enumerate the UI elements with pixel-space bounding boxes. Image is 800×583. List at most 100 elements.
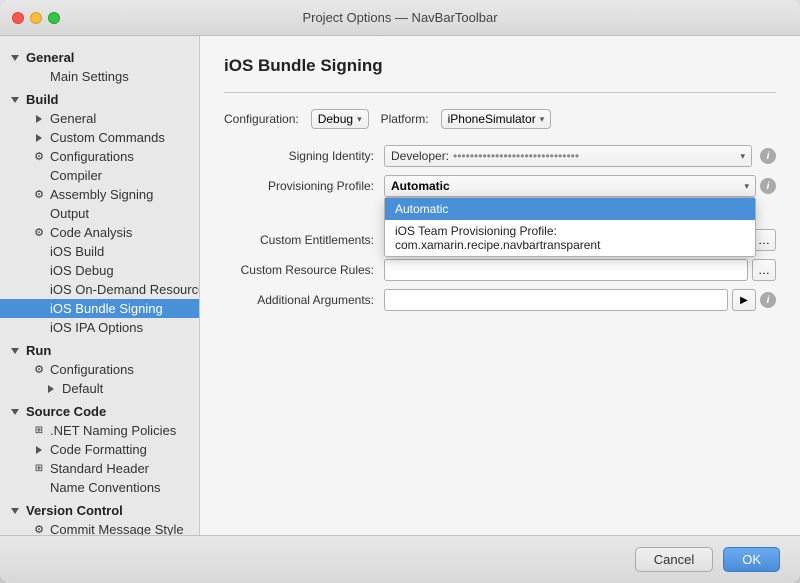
sidebar-label-general-build: General: [50, 111, 96, 126]
sidebar-item-ios-debug[interactable]: iOS Debug: [0, 261, 199, 280]
sidebar-item-code-analysis[interactable]: ⚙ Code Analysis: [0, 223, 199, 242]
spacer-icon-ipa: [32, 321, 46, 335]
sidebar-item-compiler[interactable]: Compiler: [0, 166, 199, 185]
sidebar-label-ios-ipa-options: iOS IPA Options: [50, 320, 143, 335]
sidebar-label-configurations: Configurations: [50, 149, 134, 164]
signing-identity-row: Signing Identity: Developer: •••••••••••…: [224, 145, 776, 167]
signing-identity-label: Signing Identity:: [224, 149, 384, 163]
close-button[interactable]: [12, 12, 24, 24]
gear-icon-run-config: ⚙: [32, 363, 46, 377]
custom-resource-row: Custom Resource Rules: …: [224, 259, 776, 281]
sidebar-item-ios-build[interactable]: iOS Build: [0, 242, 199, 261]
sidebar-label-main-settings: Main Settings: [50, 69, 129, 84]
provisioning-caret-icon: ▾: [744, 181, 749, 192]
provisioning-row: Provisioning Profile: Automatic ▾ Automa…: [224, 175, 776, 197]
signing-info-button[interactable]: i: [760, 148, 776, 164]
sidebar-section-source-code[interactable]: Source Code: [0, 402, 199, 421]
sidebar-item-configurations[interactable]: ⚙ Configurations: [0, 147, 199, 166]
sidebar-section-build[interactable]: Build: [0, 90, 199, 109]
additional-args-play-button[interactable]: ▶: [732, 289, 756, 311]
additional-args-row: Additional Arguments: ▶ i: [224, 289, 776, 311]
provisioning-label: Provisioning Profile:: [224, 179, 384, 193]
minimize-button[interactable]: [30, 12, 42, 24]
sidebar-section-version-control[interactable]: Version Control: [0, 501, 199, 520]
sidebar-label-code-formatting: Code Formatting: [50, 442, 147, 457]
page-title: iOS Bundle Signing: [224, 56, 776, 76]
triangle-right-icon-custom: [32, 131, 46, 145]
gear-icon-configurations: ⚙: [32, 150, 46, 164]
sidebar-item-name-conventions[interactable]: Name Conventions: [0, 478, 199, 497]
sidebar-item-assembly-signing[interactable]: ⚙ Assembly Signing: [0, 185, 199, 204]
provisioning-selected-value: Automatic: [391, 179, 450, 193]
provisioning-dropdown-container: Automatic ▾ Automatic iOS Team Provision…: [384, 175, 756, 197]
title-divider: [224, 92, 776, 93]
custom-resource-browse-button[interactable]: …: [752, 259, 776, 281]
provisioning-option-automatic[interactable]: Automatic: [385, 198, 755, 220]
custom-resource-input[interactable]: [384, 259, 748, 281]
ok-button[interactable]: OK: [723, 547, 780, 572]
sidebar-label-name-conventions: Name Conventions: [50, 480, 161, 495]
signing-identity-prefix: Developer:: [391, 149, 449, 163]
additional-args-label: Additional Arguments:: [224, 293, 384, 307]
spacer-icon-compiler: [32, 169, 46, 183]
sidebar-section-general-label: General: [26, 50, 74, 65]
spacer-icon-ios-debug: [32, 264, 46, 278]
triangle-right-icon-run: [44, 382, 58, 396]
table-icon-header: ⊞: [32, 462, 46, 476]
sidebar-item-commit-message[interactable]: ⚙ Commit Message Style: [0, 520, 199, 535]
bottom-bar: Cancel OK: [0, 535, 800, 583]
sidebar-label-run-default: Default: [62, 381, 103, 396]
signing-identity-content: Developer: •••••••••••••••••••••••••••••…: [384, 145, 776, 167]
sidebar-item-run-default[interactable]: Default: [0, 379, 199, 398]
triangle-down-icon: [8, 51, 22, 65]
cancel-button[interactable]: Cancel: [635, 547, 713, 572]
sidebar-label-code-analysis: Code Analysis: [50, 225, 132, 240]
sidebar-item-standard-header[interactable]: ⊞ Standard Header: [0, 459, 199, 478]
sidebar-item-ios-ipa-options[interactable]: iOS IPA Options: [0, 318, 199, 337]
sidebar-item-run-configurations[interactable]: ⚙ Configurations: [0, 360, 199, 379]
sidebar-item-output[interactable]: Output: [0, 204, 199, 223]
platform-select-value: iPhoneSimulator: [448, 112, 536, 126]
signing-identity-value: ••••••••••••••••••••••••••••••: [453, 149, 736, 163]
gear-icon-code-analysis: ⚙: [32, 226, 46, 240]
config-select-value: Debug: [318, 112, 353, 126]
sidebar-item-ios-bundle-signing[interactable]: iOS Bundle Signing: [0, 299, 199, 318]
maximize-button[interactable]: [48, 12, 60, 24]
sidebar-section-run-label: Run: [26, 343, 51, 358]
triangle-down-icon-build: [8, 93, 22, 107]
sidebar-item-main-settings[interactable]: Main Settings: [0, 67, 199, 86]
spacer-icon-ios-on-demand: [32, 283, 46, 297]
additional-args-info-button[interactable]: i: [760, 292, 776, 308]
sidebar-item-general-build[interactable]: General: [0, 109, 199, 128]
sidebar-item-naming-policies[interactable]: ⊞ .NET Naming Policies: [0, 421, 199, 440]
gear-icon-commit: ⚙: [32, 523, 46, 536]
signing-identity-select[interactable]: Developer: •••••••••••••••••••••••••••••…: [384, 145, 752, 167]
sidebar-label-ios-debug: iOS Debug: [50, 263, 114, 278]
main-panel: iOS Bundle Signing Configuration: Debug …: [200, 36, 800, 535]
sidebar-item-code-formatting[interactable]: Code Formatting: [0, 440, 199, 459]
config-label: Configuration:: [224, 112, 299, 126]
sidebar-section-general[interactable]: General: [0, 48, 199, 67]
sidebar-label-ios-build: iOS Build: [50, 244, 104, 259]
sidebar-label-assembly-signing: Assembly Signing: [50, 187, 153, 202]
provisioning-info-button[interactable]: i: [760, 178, 776, 194]
sidebar-label-commit-message: Commit Message Style: [50, 522, 184, 535]
platform-select[interactable]: iPhoneSimulator ▾: [441, 109, 552, 129]
sidebar-section-run[interactable]: Run: [0, 341, 199, 360]
main-window: Project Options — NavBarToolbar General …: [0, 0, 800, 583]
config-select[interactable]: Debug ▾: [311, 109, 369, 129]
sidebar-item-custom-commands[interactable]: Custom Commands: [0, 128, 199, 147]
triangle-down-icon-run: [8, 344, 22, 358]
additional-args-input[interactable]: [384, 289, 728, 311]
provisioning-dropdown-trigger[interactable]: Automatic ▾: [384, 175, 756, 197]
sidebar-label-standard-header: Standard Header: [50, 461, 149, 476]
sidebar-label-compiler: Compiler: [50, 168, 102, 183]
spacer-icon-bundle: [32, 302, 46, 316]
config-caret-icon: ▾: [357, 114, 362, 125]
sidebar-label-custom-commands: Custom Commands: [50, 130, 165, 145]
provisioning-option-team[interactable]: iOS Team Provisioning Profile: com.xamar…: [385, 220, 755, 256]
triangle-right-icon-general: [32, 112, 46, 126]
titlebar: Project Options — NavBarToolbar: [0, 0, 800, 36]
sidebar-item-ios-on-demand[interactable]: iOS On-Demand Resources: [0, 280, 199, 299]
provisioning-dropdown-menu: Automatic iOS Team Provisioning Profile:…: [384, 197, 756, 257]
